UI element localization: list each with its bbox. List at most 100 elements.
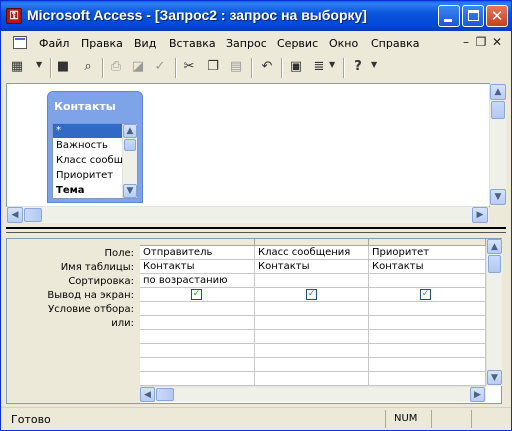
field-cell[interactable]: Отправитель — [140, 246, 255, 260]
scroll-thumb[interactable] — [488, 255, 501, 273]
empty-cell[interactable] — [140, 330, 255, 344]
field-list[interactable]: * Важность Класс сообщения Приоритет Тем… — [52, 123, 138, 199]
empty-cell[interactable] — [369, 344, 486, 358]
scroll-right-icon[interactable]: ▶ — [470, 387, 485, 402]
query-design-grid: Поле: Имя таблицы: Сортировка: Вывод на … — [6, 238, 502, 404]
scroll-down-icon[interactable]: ▼ — [487, 370, 502, 385]
toolbar-separator — [343, 58, 345, 78]
empty-cell[interactable] — [369, 330, 486, 344]
mdi-minimize-icon[interactable]: – — [460, 35, 472, 49]
menu-window[interactable]: Окно — [329, 37, 358, 50]
search-icon[interactable]: ⌕ — [80, 59, 96, 75]
menu-view[interactable]: Вид — [134, 37, 156, 50]
table-field-list[interactable]: Контакты * Важность Класс сообщения Прио… — [47, 91, 143, 203]
or-cell[interactable] — [369, 316, 486, 330]
list-item[interactable]: Приоритет — [53, 169, 122, 183]
close-button[interactable]: ✕ — [486, 5, 508, 27]
list-item[interactable]: Важность — [53, 139, 122, 153]
title-bar[interactable]: ⚿ Microsoft Access - [Запрос2 : запрос н… — [1, 1, 511, 31]
pane-splitter[interactable] — [6, 227, 506, 233]
empty-cell[interactable] — [369, 358, 486, 372]
sort-cell[interactable]: по возрастанию — [140, 274, 255, 288]
print-icon[interactable]: ⎙ — [108, 59, 124, 75]
or-cell[interactable] — [255, 316, 369, 330]
criteria-cell[interactable] — [369, 302, 486, 316]
spelling-icon[interactable]: ✓ — [152, 59, 168, 75]
scroll-left-icon[interactable]: ◀ — [7, 207, 23, 223]
sort-cell[interactable] — [255, 274, 369, 288]
field-cell[interactable]: Класс сообщения — [255, 246, 369, 260]
access-key-icon[interactable]: ⚿ — [6, 8, 22, 24]
chevron-down-icon[interactable]: ▼ — [371, 60, 377, 69]
mdi-close-icon[interactable]: ✕ — [491, 35, 503, 49]
scroll-thumb[interactable] — [156, 388, 174, 401]
num-lock-indicator: NUM — [394, 413, 418, 424]
cut-icon[interactable]: ✂ — [181, 59, 197, 75]
print-preview-icon[interactable]: ◪ — [130, 59, 146, 75]
table-cell[interactable]: Контакты — [255, 260, 369, 274]
maximize-button[interactable] — [462, 5, 484, 27]
show-checkbox[interactable]: ✓ — [306, 289, 317, 300]
scroll-down-icon[interactable]: ▼ — [490, 189, 506, 205]
column-selector[interactable] — [255, 239, 369, 246]
status-panel — [471, 410, 472, 428]
undo-icon[interactable]: ↶ — [259, 59, 275, 75]
show-checkbox[interactable]: ✓ — [420, 289, 431, 300]
upper-vertical-scrollbar[interactable]: ▲ ▼ — [489, 84, 506, 206]
field-cell[interactable]: Приоритет — [369, 246, 486, 260]
empty-cell[interactable] — [255, 372, 369, 386]
empty-cell[interactable] — [140, 372, 255, 386]
empty-cell[interactable] — [255, 358, 369, 372]
grid-vertical-scrollbar[interactable]: ▲ ▼ — [486, 239, 502, 386]
scroll-thumb[interactable] — [24, 208, 42, 222]
grid-horizontal-scrollbar[interactable]: ◀ ▶ — [140, 386, 486, 402]
sort-cell[interactable] — [369, 274, 486, 288]
menu-help[interactable]: Справка — [371, 37, 419, 50]
menu-file[interactable]: Файл — [39, 37, 69, 50]
upper-horizontal-scrollbar[interactable]: ◀ ▶ — [7, 206, 489, 223]
scroll-up-icon[interactable]: ▲ — [123, 124, 137, 138]
list-item[interactable]: Класс сообщения — [53, 154, 122, 168]
empty-cell[interactable] — [255, 344, 369, 358]
or-cell[interactable] — [140, 316, 255, 330]
run-icon[interactable]: ≣ — [311, 59, 327, 75]
mdi-restore-icon[interactable]: ❐ — [475, 35, 487, 49]
scroll-up-icon[interactable]: ▲ — [490, 84, 506, 100]
query-type-icon[interactable]: ▣ — [288, 59, 304, 75]
status-text: Готово — [11, 413, 51, 426]
help-icon[interactable]: ? — [350, 59, 366, 75]
list-item[interactable]: Тема — [53, 184, 122, 198]
scroll-up-icon[interactable]: ▲ — [487, 239, 502, 254]
chevron-down-icon[interactable]: ▼ — [36, 60, 42, 69]
criteria-cell[interactable] — [140, 302, 255, 316]
scroll-thumb[interactable] — [491, 101, 505, 119]
menu-edit[interactable]: Правка — [81, 37, 123, 50]
save-icon[interactable]: ■ — [55, 59, 71, 75]
scroll-right-icon[interactable]: ▶ — [472, 207, 488, 223]
scroll-down-icon[interactable]: ▼ — [123, 184, 137, 198]
paste-icon[interactable]: ▤ — [228, 59, 244, 75]
menu-insert[interactable]: Вставка — [169, 37, 216, 50]
query-document-icon[interactable] — [13, 36, 27, 49]
empty-cell[interactable] — [255, 330, 369, 344]
criteria-cell[interactable] — [255, 302, 369, 316]
table-cell[interactable]: Контакты — [369, 260, 486, 274]
view-icon[interactable]: ▦ — [9, 59, 25, 75]
menu-tools[interactable]: Сервис — [277, 37, 318, 50]
empty-cell[interactable] — [140, 344, 255, 358]
copy-icon[interactable]: ❐ — [205, 59, 221, 75]
chevron-down-icon[interactable]: ▼ — [329, 60, 335, 69]
scroll-thumb[interactable] — [124, 139, 136, 151]
empty-cell[interactable] — [369, 372, 486, 386]
field-list-scrollbar[interactable]: ▲ ▼ — [122, 124, 137, 198]
table-cell[interactable]: Контакты — [140, 260, 255, 274]
empty-cell[interactable] — [140, 358, 255, 372]
minimize-button[interactable] — [438, 5, 460, 27]
menu-query[interactable]: Запрос — [226, 37, 267, 50]
scroll-left-icon[interactable]: ◀ — [140, 387, 155, 402]
show-checkbox[interactable]: ✓ — [191, 289, 202, 300]
row-label-or: или: — [111, 318, 134, 329]
list-item[interactable]: * — [53, 124, 122, 138]
column-selector[interactable] — [369, 239, 486, 246]
column-selector[interactable] — [140, 239, 255, 246]
